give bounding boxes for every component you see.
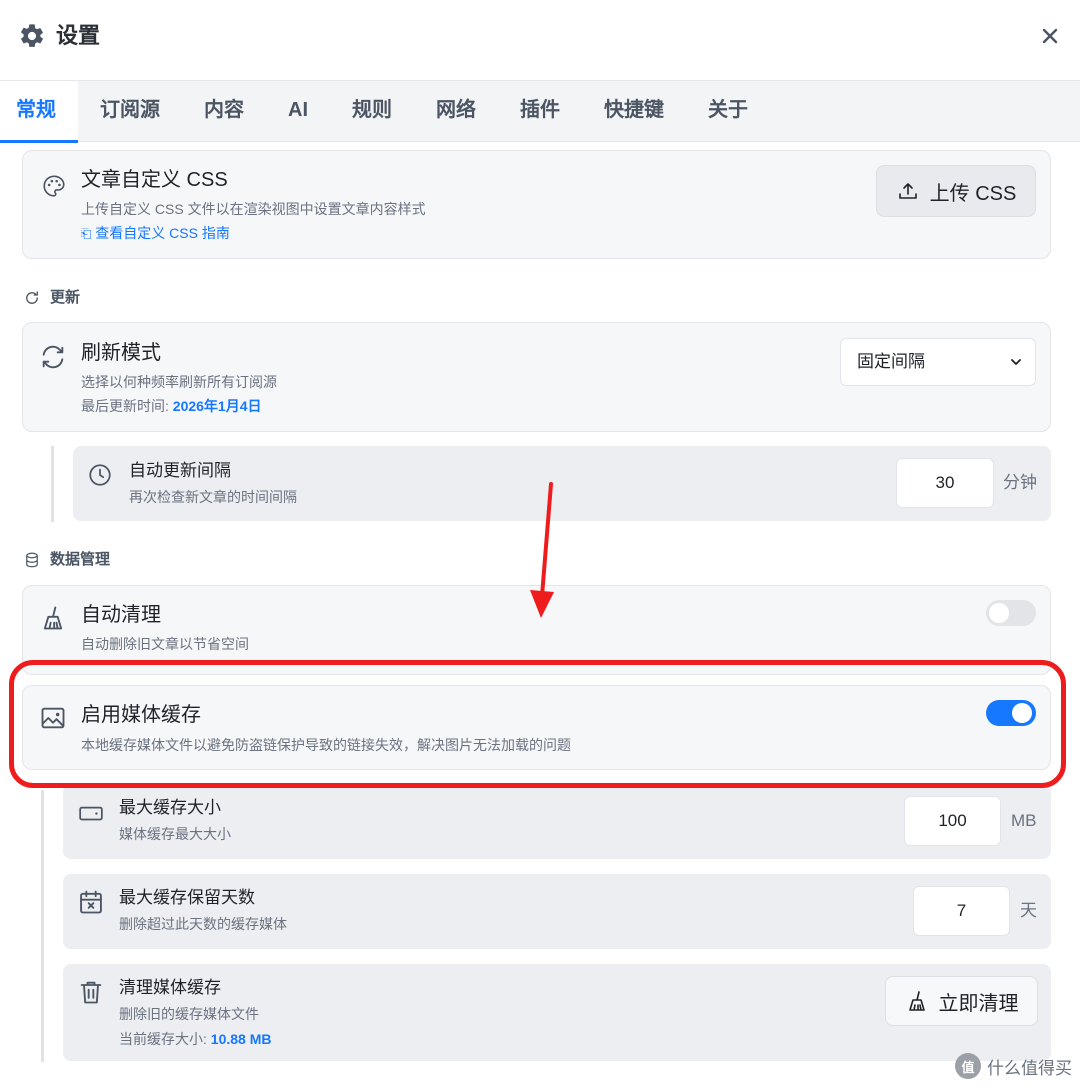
tab-ai[interactable]: AI <box>266 81 330 141</box>
clear-cache-title: 清理媒体缓存 <box>119 978 221 997</box>
max-cache-days-title: 最大缓存保留天数 <box>119 888 255 907</box>
refresh-mode-card: 刷新模式 选择以何种频率刷新所有订阅源 最后更新时间: 2026年1月4日 固定… <box>22 322 1051 432</box>
refresh-mode-desc: 选择以何种频率刷新所有订阅源 <box>81 374 277 390</box>
auto-update-interval-card: 自动更新间隔 再次检查新文章的时间间隔 30 分钟 <box>73 446 1051 521</box>
tab-general[interactable]: 常规 <box>0 81 78 143</box>
refresh-mode-select[interactable]: 固定间隔 <box>840 338 1036 386</box>
database-icon <box>26 552 38 568</box>
max-cache-size-title: 最大缓存大小 <box>119 798 221 817</box>
toggle-knob <box>989 603 1009 623</box>
clear-cache-card: 清理媒体缓存 删除旧的缓存媒体文件 当前缓存大小: 10.88 MB 立即清理 <box>63 964 1051 1061</box>
tab-rules[interactable]: 规则 <box>330 81 414 141</box>
max-cache-days-desc: 删除超过此天数的缓存媒体 <box>119 916 287 932</box>
auto-clean-desc: 自动删除旧文章以节省空间 <box>81 636 249 652</box>
current-cache-size-line: 当前缓存大小: 10.88 MB <box>119 1031 272 1047</box>
media-cache-title: 启用媒体缓存 <box>81 704 201 726</box>
chevron-down-icon <box>1011 359 1021 365</box>
tab-about[interactable]: 关于 <box>686 81 770 141</box>
tab-feeds[interactable]: 订阅源 <box>78 81 182 141</box>
settings-tabs: 常规 订阅源 内容 AI 规则 网络 插件 快捷键 关于 <box>0 80 1080 143</box>
custom-css-guide-link[interactable]: ⎗ 查看自定义 CSS 指南 <box>81 223 230 244</box>
last-update-value: 2026年1月4日 <box>172 398 262 414</box>
custom-css-card: 文章自定义 CSS 上传自定义 CSS 文件以在渲染视图中设置文章内容样式 ⎗ … <box>22 150 1051 259</box>
sync-icon <box>42 345 64 369</box>
image-icon <box>41 707 65 729</box>
indent-line <box>51 446 54 522</box>
max-cache-size-card: 最大缓存大小 媒体缓存最大大小 100 MB <box>63 784 1051 859</box>
max-cache-size-unit: MB <box>1011 811 1037 830</box>
max-cache-size-desc: 媒体缓存最大大小 <box>119 826 231 842</box>
hard-drive-icon <box>79 806 103 821</box>
palette-icon <box>43 175 65 197</box>
refresh-mode-title: 刷新模式 <box>81 342 161 364</box>
broom-icon <box>908 991 925 1011</box>
tab-shortcuts[interactable]: 快捷键 <box>582 81 686 141</box>
custom-css-desc: 上传自定义 CSS 文件以在渲染视图中设置文章内容样式 <box>81 201 426 217</box>
window-title: 设置 <box>56 23 101 48</box>
gear-icon <box>21 24 43 47</box>
interval-input[interactable]: 30 <box>896 458 994 508</box>
watermark-logo: 值 <box>955 1053 981 1079</box>
tab-network[interactable]: 网络 <box>414 81 498 141</box>
interval-unit: 分钟 <box>1003 473 1037 492</box>
upload-css-button[interactable]: 上传 CSS <box>876 165 1036 217</box>
media-cache-card: 启用媒体缓存 本地缓存媒体文件以避免防盗链保护导致的链接失效，解决图片无法加载的… <box>22 685 1051 770</box>
last-update-line: 最后更新时间: 2026年1月4日 <box>81 398 262 414</box>
auto-update-interval-title: 自动更新间隔 <box>129 461 231 480</box>
data-section-label: 数据管理 <box>50 551 111 568</box>
update-section-label: 更新 <box>50 289 81 306</box>
auto-clean-toggle[interactable] <box>986 600 1036 626</box>
trash-icon <box>80 981 102 1004</box>
upload-icon <box>898 183 917 199</box>
max-cache-days-input[interactable]: 7 <box>913 886 1010 936</box>
max-cache-size-input[interactable]: 100 <box>904 796 1001 846</box>
calendar-x-icon <box>80 890 102 914</box>
toggle-knob <box>1012 703 1032 723</box>
watermark-text: 什么值得买 <box>987 1058 1072 1078</box>
media-cache-toggle[interactable] <box>986 700 1036 726</box>
media-cache-desc: 本地缓存媒体文件以避免防盗链保护导致的链接失效，解决图片无法加载的问题 <box>81 737 571 753</box>
broom-icon <box>43 606 63 630</box>
custom-css-title: 文章自定义 CSS <box>81 169 228 191</box>
tab-content[interactable]: 内容 <box>182 81 266 141</box>
clear-cache-desc: 删除旧的缓存媒体文件 <box>119 1006 259 1022</box>
auto-update-interval-desc: 再次检查新文章的时间间隔 <box>129 489 297 505</box>
max-cache-days-unit: 天 <box>1020 901 1037 920</box>
watermark: 值 什么值得买 <box>955 1053 1072 1079</box>
clear-now-button[interactable]: 立即清理 <box>885 976 1038 1026</box>
auto-clean-title: 自动清理 <box>81 604 161 626</box>
current-cache-size-value: 10.88 MB <box>210 1031 272 1047</box>
max-cache-days-card: 最大缓存保留天数 删除超过此天数的缓存媒体 7 天 <box>63 874 1051 949</box>
title-bar: 设置 <box>0 0 1080 80</box>
tab-plugins[interactable]: 插件 <box>498 81 582 141</box>
close-icon[interactable] <box>1038 24 1062 48</box>
indent-line <box>41 790 44 1062</box>
refresh-small-icon <box>26 291 38 304</box>
auto-clean-card: 自动清理 自动删除旧文章以节省空间 <box>22 585 1051 675</box>
clock-icon <box>89 464 111 486</box>
book-icon: ⎗ <box>81 226 92 241</box>
